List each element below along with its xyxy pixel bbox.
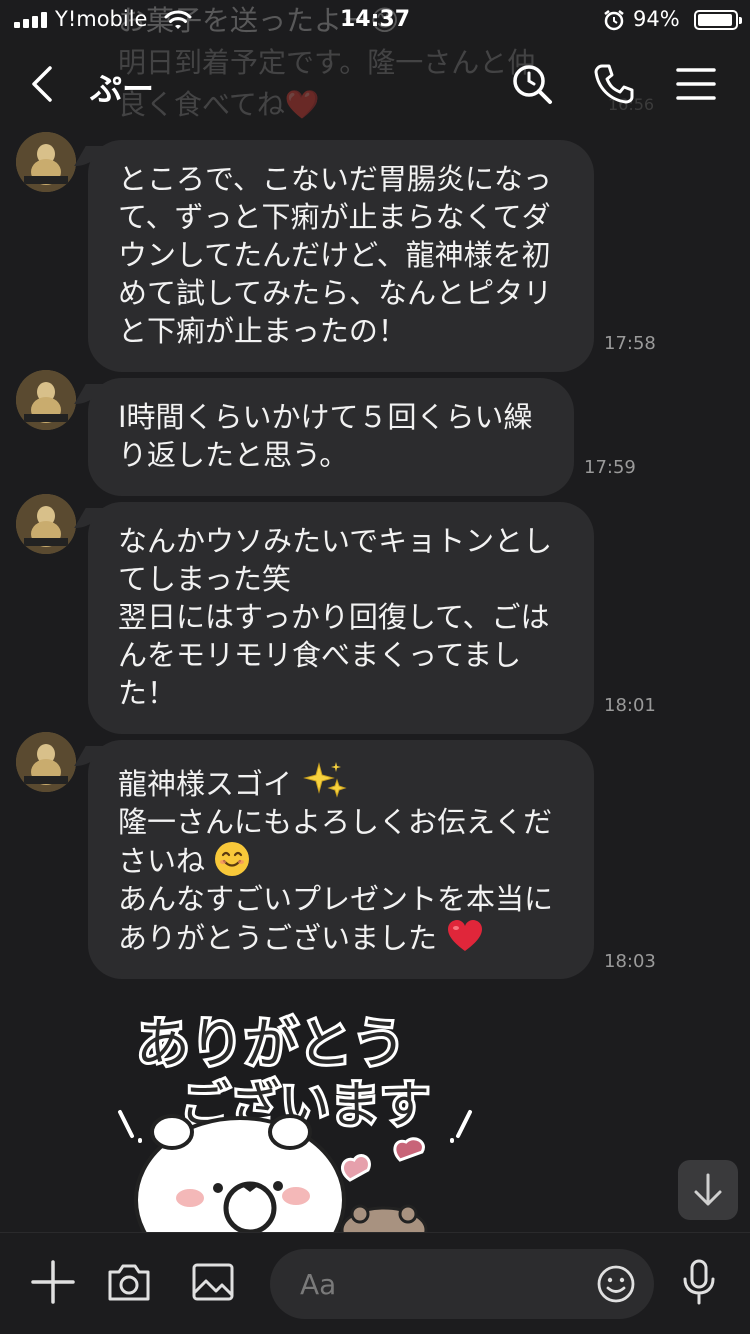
message-input-bar bbox=[0, 1232, 750, 1334]
sparkles-emoji bbox=[303, 762, 347, 798]
message-line: めて試してみたら、なんとピタリ bbox=[118, 276, 553, 310]
scroll-to-bottom-button[interactable] bbox=[678, 1160, 738, 1220]
message-bubble[interactable]: なんかウソみたいでキョトンとし てしまった笑 翌日にはすっかり回復して、ごは ん… bbox=[88, 502, 594, 734]
message-line: て、ずっと下痢が止まらなくてダ bbox=[118, 200, 551, 234]
battery-icon bbox=[694, 10, 742, 30]
status-bar: Y!mobile 14:37 94% bbox=[0, 0, 750, 40]
message-line: 龍神様スゴイ bbox=[118, 760, 570, 803]
avatar[interactable] bbox=[16, 732, 76, 792]
thank-you-bear-sticker[interactable]: ありがとう ございます bbox=[110, 1000, 510, 1234]
emoji-icon[interactable] bbox=[596, 1264, 636, 1304]
smile-emoji bbox=[215, 842, 250, 876]
message-line: 翌日にはすっかり回復して、ごは bbox=[118, 600, 550, 634]
chat-header: ぷー bbox=[0, 40, 750, 130]
message-line: ウンしてたんだけど、龍神様を初 bbox=[118, 238, 551, 272]
message-text: さいね bbox=[118, 844, 206, 878]
message-input[interactable] bbox=[300, 1261, 600, 1307]
message-line: なんかウソみたいでキョトンとし bbox=[118, 524, 553, 558]
message-line: んをモリモリ食べまくってまし bbox=[118, 638, 522, 672]
message-bubble[interactable]: ところで、こないだ胃腸炎になっ て、ずっと下痢が止まらなくてダ ウンしてたんだけ… bbox=[88, 140, 594, 372]
menu-icon[interactable] bbox=[674, 62, 718, 106]
avatar[interactable] bbox=[16, 494, 76, 554]
search-icon[interactable] bbox=[510, 62, 554, 106]
avatar[interactable] bbox=[16, 132, 76, 192]
message-line: さいね bbox=[118, 841, 570, 880]
message-field[interactable] bbox=[270, 1249, 654, 1319]
message-line: り返したと思う。 bbox=[118, 438, 349, 472]
back-icon[interactable] bbox=[22, 62, 62, 106]
message-timestamp: 17:58 bbox=[604, 333, 656, 354]
message-timestamp: 18:03 bbox=[604, 951, 656, 972]
message-line: I時間くらいかけて５回くらい繰 bbox=[118, 400, 533, 434]
message-line: あんなすごいプレゼントを本当に bbox=[118, 882, 554, 916]
chat-title: ぷー bbox=[90, 70, 155, 108]
camera-icon[interactable] bbox=[104, 1257, 154, 1307]
avatar[interactable] bbox=[16, 370, 76, 430]
message-bubble[interactable]: I時間くらいかけて５回くらい繰 り返したと思う。 bbox=[88, 378, 574, 496]
message-bubble[interactable]: 龍神様スゴイ 隆一さんにもよろしくお伝えくだ さいね あんなすごいプレゼントを本… bbox=[88, 740, 594, 979]
heart-emoji bbox=[448, 920, 483, 951]
message-text: ありがとうございました bbox=[118, 921, 438, 955]
message-line: ところで、こないだ胃腸炎になっ bbox=[118, 162, 552, 196]
message-line: と下痢が止まったの！ bbox=[118, 314, 407, 348]
sticker-text: ありがとう bbox=[136, 1012, 406, 1075]
message-line: てしまった笑 bbox=[118, 562, 291, 596]
message-line: た！ bbox=[118, 676, 177, 710]
message-line: 隆一さんにもよろしくお伝えくだ bbox=[118, 805, 553, 839]
alarm-icon bbox=[604, 10, 624, 31]
image-icon[interactable] bbox=[188, 1257, 238, 1307]
phone-icon[interactable] bbox=[592, 62, 636, 106]
plus-icon[interactable] bbox=[28, 1257, 78, 1307]
message-line: ありがとうございました bbox=[118, 918, 570, 957]
microphone-icon[interactable] bbox=[674, 1257, 724, 1307]
message-timestamp: 18:01 bbox=[604, 695, 656, 716]
message-timestamp: 17:59 bbox=[584, 457, 636, 478]
battery-percent: 94% bbox=[633, 7, 680, 31]
message-text: 龍神様スゴイ bbox=[118, 767, 293, 801]
